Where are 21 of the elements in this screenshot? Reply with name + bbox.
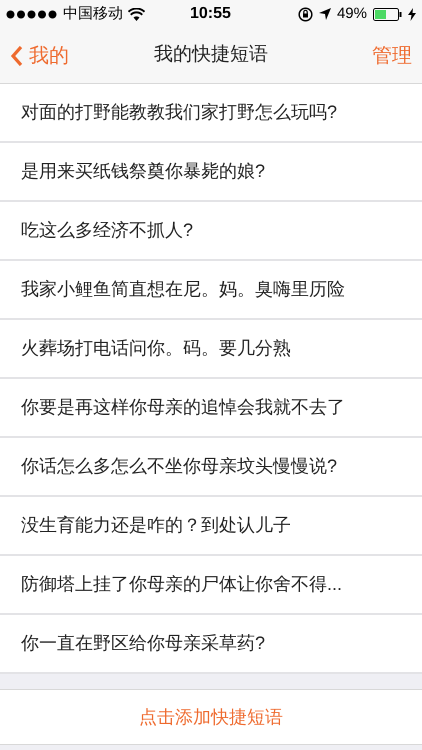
charging-bolt-icon <box>408 8 416 20</box>
phrase-item[interactable]: 你要是再这样你母亲的追悼会我就不去了 <box>0 379 422 438</box>
location-arrow-icon <box>318 8 331 20</box>
rotation-lock-icon <box>298 6 313 22</box>
phrase-item[interactable]: 是用来买纸钱祭奠你暴毙的娘? <box>0 143 422 202</box>
phrase-item[interactable]: 对面的打野能教教我们家打野怎么玩吗? <box>0 84 422 143</box>
clock-time: 10:55 <box>190 4 231 24</box>
phrase-item[interactable]: 我家小鲤鱼简直想在尼。妈。臭嗨里历险 <box>0 261 422 320</box>
wifi-icon <box>128 8 145 20</box>
signal-icon <box>6 10 58 18</box>
battery-icon <box>373 8 402 20</box>
phrase-item[interactable]: 你一直在野区给你母亲采草药? <box>0 615 422 674</box>
page-title: 我的快捷短语 <box>154 43 268 68</box>
phrase-item[interactable]: 没生育能力还是咋的？到处认儿子 <box>0 497 422 556</box>
back-chevron-icon <box>10 44 23 66</box>
battery-percent: 49% <box>336 4 367 24</box>
carrier-name: 中国移动 <box>63 4 123 24</box>
phrase-item[interactable]: 吃这么多经济不抓人? <box>0 202 422 261</box>
phrase-item[interactable]: 你话怎么多怎么不坐你母亲坟头慢慢说? <box>0 438 422 497</box>
phrase-item[interactable]: 火葬场打电话问你。码。要几分熟 <box>0 320 422 379</box>
phrase-item[interactable]: 防御塔上挂了你母亲的尸体让你舍不得... <box>0 556 422 615</box>
